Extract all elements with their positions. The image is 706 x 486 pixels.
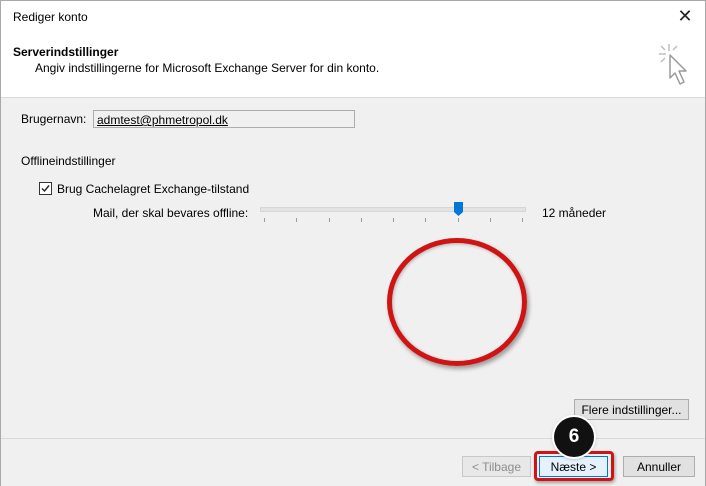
username-value: admtest@phmetropol.dk xyxy=(97,113,228,127)
title-bar: Rediger konto ✕ xyxy=(1,1,705,32)
page-subtitle: Angiv indstillingerne for Microsoft Exch… xyxy=(35,61,380,75)
offline-slider-label: Mail, der skal bevares offline: xyxy=(93,206,249,220)
offline-slider-value: 12 måneder xyxy=(542,206,607,220)
settings-content: Brugernavn: admtest@phmetropol.dk Offlin… xyxy=(1,98,705,438)
slider-tick xyxy=(458,218,459,222)
account-settings-dialog: Rediger konto ✕ Serverindstillinger Angi… xyxy=(0,0,706,486)
cached-mode-label: Brug Cachelagret Exchange-tilstand xyxy=(57,182,250,196)
page-title: Serverindstillinger xyxy=(13,45,119,59)
slider-tick xyxy=(490,218,491,222)
window-title: Rediger konto xyxy=(13,10,88,24)
checkmark-icon xyxy=(41,185,50,193)
slider-tick xyxy=(264,218,265,222)
username-field[interactable]: admtest@phmetropol.dk xyxy=(93,110,355,128)
slider-tick xyxy=(522,218,523,222)
slider-tick xyxy=(425,218,426,222)
step-number-badge: 6 xyxy=(554,417,594,457)
offline-settings-heading: Offlineindstillinger xyxy=(21,154,116,168)
wizard-cursor-icon xyxy=(659,44,687,85)
username-label: Brugernavn: xyxy=(21,112,87,126)
close-icon: ✕ xyxy=(677,6,693,26)
offline-slider-thumb[interactable] xyxy=(454,202,463,216)
cached-mode-checkbox[interactable] xyxy=(39,182,52,195)
slider-tick xyxy=(393,218,394,222)
highlight-circle-annotation xyxy=(387,238,527,366)
slider-tick xyxy=(296,218,297,222)
offline-slider-track[interactable] xyxy=(260,207,526,212)
close-button[interactable]: ✕ xyxy=(665,1,705,32)
cancel-button[interactable]: Annuller xyxy=(623,456,695,477)
back-button[interactable]: < Tilbage xyxy=(462,456,531,477)
wizard-header: Serverindstillinger Angiv indstillingern… xyxy=(1,32,705,98)
slider-tick xyxy=(361,218,362,222)
slider-tick xyxy=(329,218,330,222)
more-settings-button[interactable]: Flere indstillinger... xyxy=(574,399,689,420)
